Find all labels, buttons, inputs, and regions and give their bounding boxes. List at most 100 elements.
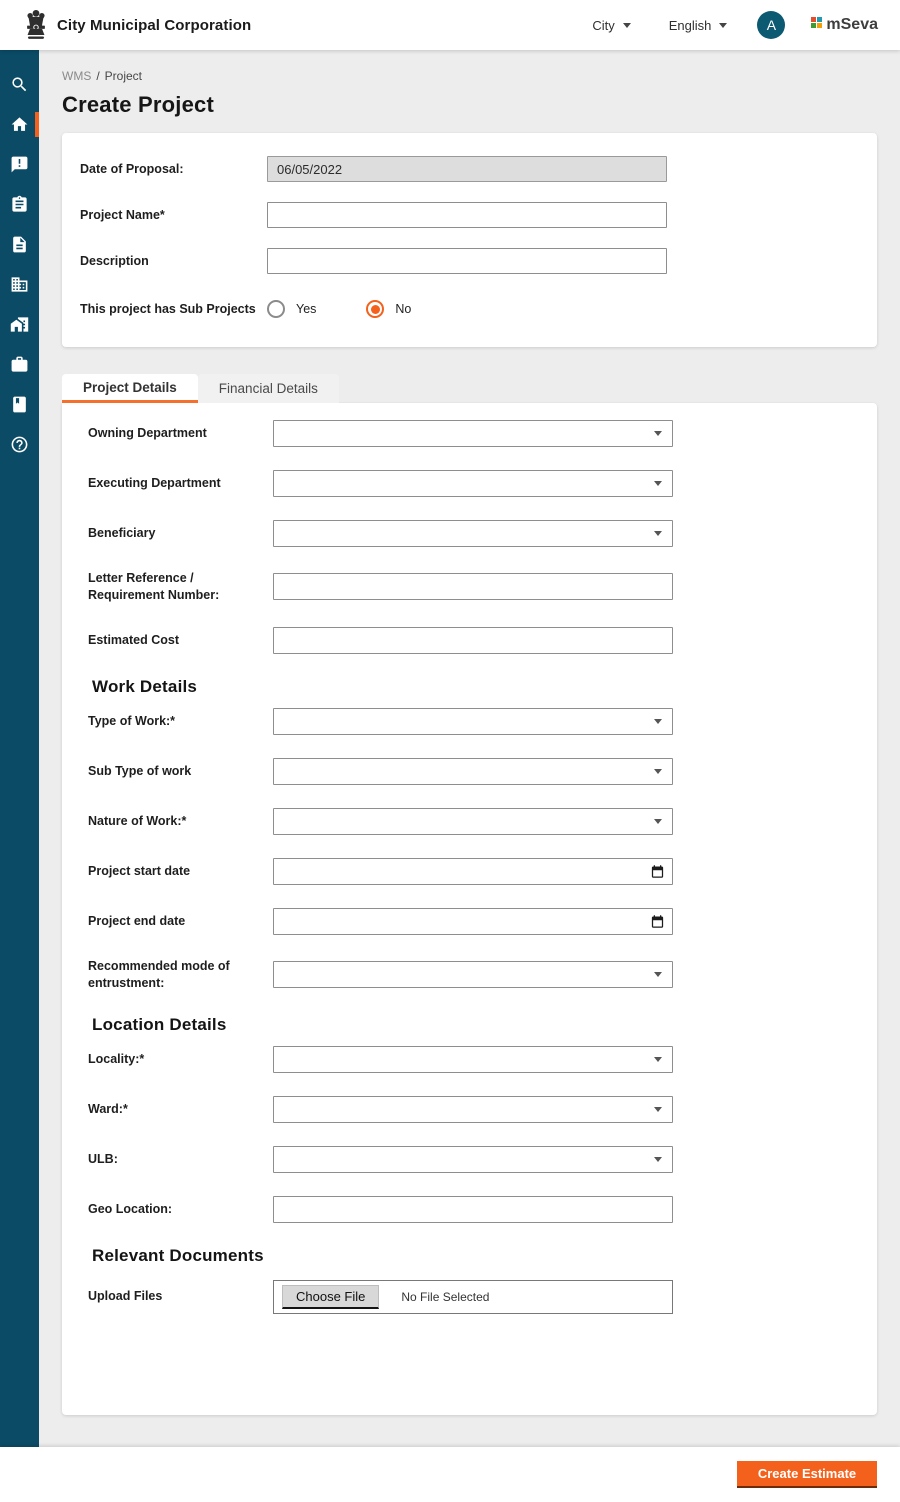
geo-location-input[interactable] bbox=[273, 1196, 673, 1223]
form-row-project-start-date: Project start date bbox=[88, 858, 877, 885]
tab-project-details[interactable]: Project Details bbox=[62, 374, 198, 403]
project-details-card: Owning Department Executing Department B… bbox=[62, 403, 877, 1415]
create-estimate-button[interactable]: Create Estimate bbox=[737, 1461, 877, 1488]
ulb-label: ULB: bbox=[88, 1151, 273, 1168]
form-row-locality: Locality:* bbox=[88, 1046, 877, 1073]
sidebar-item-works[interactable] bbox=[0, 344, 39, 384]
form-row-estimated-cost: Estimated Cost bbox=[88, 627, 877, 654]
breadcrumb-root[interactable]: WMS bbox=[62, 69, 91, 83]
form-row-ulb: ULB: bbox=[88, 1146, 877, 1173]
announcement-icon bbox=[10, 155, 29, 174]
page-title: Create Project bbox=[62, 92, 900, 118]
national-emblem-icon bbox=[23, 6, 49, 44]
sidebar-item-organization[interactable] bbox=[0, 264, 39, 304]
dropdown-caret-icon bbox=[654, 769, 662, 774]
org-title: City Municipal Corporation bbox=[57, 17, 251, 34]
form-row-owning-department: Owning Department bbox=[88, 420, 877, 447]
language-selector[interactable]: English bbox=[669, 18, 728, 33]
sub-type-of-work-label: Sub Type of work bbox=[88, 763, 273, 780]
city-selector[interactable]: City bbox=[592, 18, 630, 33]
active-item-indicator bbox=[35, 112, 39, 137]
chevron-down-icon bbox=[719, 23, 727, 28]
project-end-date-label: Project end date bbox=[88, 913, 273, 930]
sidebar-item-documents[interactable] bbox=[0, 224, 39, 264]
owning-department-label: Owning Department bbox=[88, 425, 273, 442]
briefcase-icon bbox=[10, 355, 29, 374]
home-work-icon bbox=[10, 315, 29, 334]
owning-department-select[interactable] bbox=[273, 420, 673, 447]
form-row-ward: Ward:* bbox=[88, 1096, 877, 1123]
project-end-date-input[interactable] bbox=[273, 908, 673, 935]
language-selector-label: English bbox=[669, 18, 712, 33]
ward-label: Ward:* bbox=[88, 1101, 273, 1118]
calendar-icon[interactable] bbox=[650, 864, 665, 879]
document-icon bbox=[10, 235, 29, 254]
radio-yes[interactable]: Yes bbox=[267, 300, 316, 318]
dropdown-caret-icon bbox=[654, 1057, 662, 1062]
sidebar-item-home[interactable] bbox=[0, 104, 39, 144]
form-row-executing-department: Executing Department bbox=[88, 470, 877, 497]
description-label: Description bbox=[80, 253, 267, 270]
ward-select[interactable] bbox=[273, 1096, 673, 1123]
locality-select[interactable] bbox=[273, 1046, 673, 1073]
form-row-date-of-proposal: Date of Proposal: bbox=[80, 156, 859, 182]
nature-of-work-select[interactable] bbox=[273, 808, 673, 835]
calendar-icon[interactable] bbox=[650, 914, 665, 929]
user-avatar[interactable]: A bbox=[757, 11, 785, 39]
sidebar-item-properties[interactable] bbox=[0, 304, 39, 344]
date-of-proposal-label: Date of Proposal: bbox=[80, 161, 267, 178]
file-upload-box[interactable]: Choose File No File Selected bbox=[273, 1280, 673, 1314]
description-input[interactable] bbox=[267, 248, 667, 274]
beneficiary-select[interactable] bbox=[273, 520, 673, 547]
dropdown-caret-icon bbox=[654, 972, 662, 977]
tab-financial-details[interactable]: Financial Details bbox=[198, 374, 339, 403]
dropdown-caret-icon bbox=[654, 531, 662, 536]
radio-yes-circle bbox=[267, 300, 285, 318]
form-row-type-of-work: Type of Work:* bbox=[88, 708, 877, 735]
sidebar-item-help[interactable] bbox=[0, 424, 39, 464]
form-row-description: Description bbox=[80, 248, 859, 274]
estimated-cost-input[interactable] bbox=[273, 627, 673, 654]
project-name-input[interactable] bbox=[267, 202, 667, 228]
upload-files-label: Upload Files bbox=[88, 1288, 273, 1305]
breadcrumb-current: Project bbox=[105, 69, 142, 83]
work-details-heading: Work Details bbox=[92, 677, 877, 697]
estimated-cost-label: Estimated Cost bbox=[88, 632, 273, 649]
home-icon bbox=[10, 115, 29, 134]
ulb-select[interactable] bbox=[273, 1146, 673, 1173]
form-row-sub-projects: This project has Sub Projects Yes No bbox=[80, 300, 859, 318]
radio-no[interactable]: No bbox=[366, 300, 411, 318]
letter-reference-input[interactable] bbox=[273, 573, 673, 600]
assignment-icon bbox=[10, 195, 29, 214]
relevant-documents-heading: Relevant Documents bbox=[92, 1246, 877, 1266]
choose-file-button[interactable]: Choose File bbox=[282, 1285, 379, 1309]
executing-department-select[interactable] bbox=[273, 470, 673, 497]
form-row-beneficiary: Beneficiary bbox=[88, 520, 877, 547]
sub-projects-label: This project has Sub Projects bbox=[80, 301, 267, 318]
project-start-date-input[interactable] bbox=[273, 858, 673, 885]
beneficiary-label: Beneficiary bbox=[88, 525, 273, 542]
help-icon bbox=[10, 435, 29, 454]
sub-type-of-work-select[interactable] bbox=[273, 758, 673, 785]
form-row-upload-files: Upload Files Choose File No File Selecte… bbox=[88, 1280, 877, 1314]
sidebar-item-complaints[interactable] bbox=[0, 144, 39, 184]
sidebar-item-search[interactable] bbox=[0, 64, 39, 104]
dropdown-caret-icon bbox=[654, 481, 662, 486]
tab-bar: Project Details Financial Details bbox=[62, 374, 900, 403]
form-row-project-name: Project Name* bbox=[80, 202, 859, 228]
date-of-proposal-input bbox=[267, 156, 667, 182]
type-of-work-label: Type of Work:* bbox=[88, 713, 273, 730]
form-row-sub-type-of-work: Sub Type of work bbox=[88, 758, 877, 785]
chevron-down-icon bbox=[623, 23, 631, 28]
radio-yes-label: Yes bbox=[296, 302, 316, 316]
sidebar-item-assignments[interactable] bbox=[0, 184, 39, 224]
header-right: City English A mSeva bbox=[592, 11, 878, 39]
type-of-work-select[interactable] bbox=[273, 708, 673, 735]
app-header: City Municipal Corporation City English … bbox=[0, 0, 900, 50]
project-name-label: Project Name* bbox=[80, 207, 267, 224]
form-row-entrustment: Recommended mode of entrustment: bbox=[88, 958, 877, 992]
entrustment-select[interactable] bbox=[273, 961, 673, 988]
dropdown-caret-icon bbox=[654, 719, 662, 724]
breadcrumb: WMS/Project bbox=[62, 69, 900, 83]
sidebar-item-reports[interactable] bbox=[0, 384, 39, 424]
